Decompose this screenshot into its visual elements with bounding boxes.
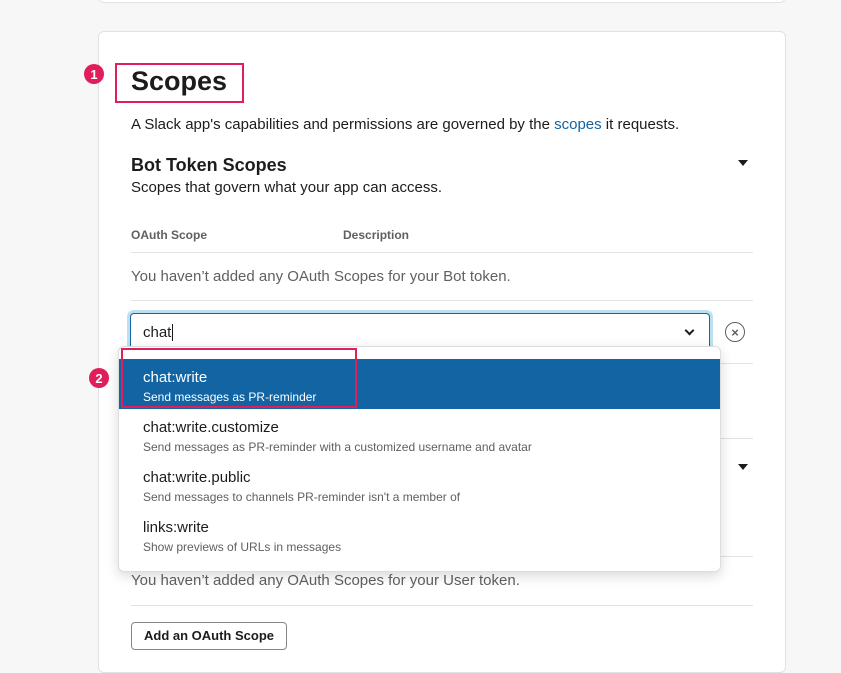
user-token-empty-text: You haven’t added any OAuth Scopes for y…: [131, 572, 520, 589]
bot-token-scopes-subtitle: Scopes that govern what your app can acc…: [131, 179, 443, 196]
annotation-badge-1: 1: [84, 64, 104, 84]
option-description: Show previews of URLs in messages: [143, 540, 342, 554]
search-input-value: chat: [143, 323, 172, 341]
divider: [719, 438, 753, 439]
divider: [131, 300, 753, 301]
annotation-highlight-chat-write: [121, 348, 357, 408]
previous-section-card: [98, 0, 786, 3]
caret-down-icon[interactable]: [738, 160, 748, 166]
column-header-description: Description: [343, 228, 410, 242]
text-cursor: [172, 323, 174, 341]
bot-token-scopes-title: Bot Token Scopes: [131, 155, 287, 175]
column-header-oauth-scope: OAuth Scope: [131, 228, 208, 242]
option-label: chat:write.public: [143, 469, 251, 486]
dropdown-option-chat-write-public[interactable]: chat:write.public Send messages to chann…: [119, 459, 720, 509]
divider: [131, 605, 753, 606]
scopes-description: A Slack app's capabilities and permissio…: [131, 116, 680, 133]
option-label: links:write: [143, 519, 209, 536]
close-circle-icon[interactable]: ×: [725, 322, 745, 342]
dropdown-option-links-write[interactable]: links:write Show previews of URLs in mes…: [119, 509, 720, 559]
option-label: chat:write.customize: [143, 419, 279, 436]
bot-token-empty-text: You haven’t added any OAuth Scopes for y…: [131, 268, 511, 285]
scopes-link[interactable]: scopes: [554, 116, 602, 133]
caret-down-icon[interactable]: [738, 464, 748, 470]
annotation-badge-2: 2: [89, 368, 109, 388]
option-description: Send messages to channels PR-reminder is…: [143, 490, 461, 504]
chevron-down-icon[interactable]: [684, 325, 695, 336]
divider: [719, 363, 753, 364]
add-oauth-scope-button[interactable]: Add an OAuth Scope: [131, 622, 287, 650]
option-description: Send messages as PR-reminder with a cust…: [143, 440, 532, 454]
divider: [131, 252, 753, 253]
page-title: Scopes: [131, 66, 228, 96]
dropdown-option-chat-write-customize[interactable]: chat:write.customize Send messages as PR…: [119, 409, 720, 459]
